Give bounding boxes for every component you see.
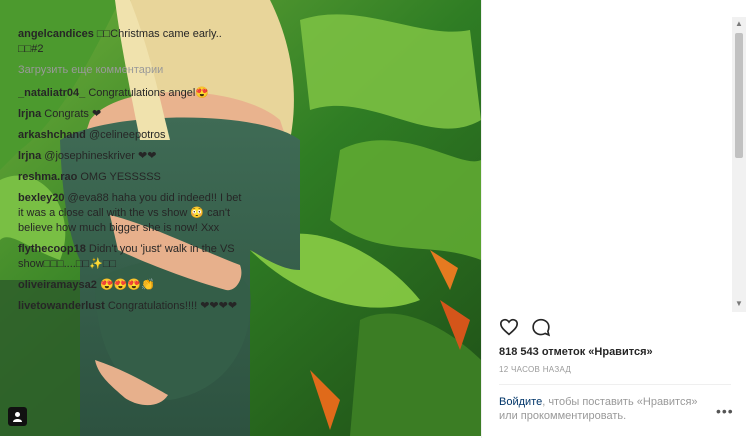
instagram-post-view: angelcandices □□Christmas came early.. □… [0,0,747,438]
comment-item: livetowanderlust Congratulations!!!! ❤❤❤… [18,299,242,312]
caption-author[interactable]: angelcandices [18,28,94,40]
comment-author[interactable]: flythecoop18 [18,243,86,255]
user-tag-icon[interactable] [8,407,27,426]
comment-item: oliveiramaysa2 😍😍😍👏 [18,278,242,293]
login-prompt: Войдите, чтобы поставить «Нравится» или … [499,395,709,423]
comment-author[interactable]: oliveiramaysa2 [18,279,97,291]
scroll-down-arrow-icon[interactable]: ▼ [735,299,743,308]
comment-author[interactable]: lrjna [18,108,41,120]
comment-author[interactable]: bexley20 [18,192,64,204]
comment-author[interactable]: reshma.rao [18,171,77,183]
post-timestamp[interactable]: 12 ЧАСОВ НАЗАД [499,365,571,374]
comment-item: flythecoop18 Didn't you 'just' walk in t… [18,242,242,272]
load-more-comments-link[interactable]: Загрузить еще комментарии [18,63,242,78]
login-link[interactable]: Войдите [499,396,542,408]
divider [499,384,731,385]
comments-list: angelcandices □□Christmas came early.. □… [18,27,242,312]
more-options-icon[interactable]: ••• [716,403,734,419]
comment-item: lrjna Congrats ❤ [18,107,242,122]
comment-item: arkashchand @celineepotros [18,128,242,143]
comment-icon[interactable] [531,318,551,342]
heart-icon[interactable] [499,318,519,342]
scrollbar-thumb[interactable] [735,33,743,158]
comment-item: bexley20 @eva88 haha you did indeed!! I … [18,191,242,236]
comment-author[interactable]: lrjna [18,150,41,162]
comment-item: _nataliatr04_ Congratulations angel😍 [18,86,242,101]
comment-item: lrjna @josephineskriver ❤❤ [18,149,242,164]
comment-text: Congratulations angel😍 [88,87,210,99]
comment-author[interactable]: _nataliatr04_ [18,87,85,99]
comment-author[interactable]: arkashchand [18,129,86,141]
scroll-up-arrow-icon[interactable]: ▲ [735,19,743,28]
comment-author[interactable]: livetowanderlust [18,300,105,312]
post-actions [499,318,551,342]
comment-text: 😍😍😍👏 [99,279,155,291]
comment-text: @celineepotros [88,129,166,141]
comment-item: reshma.rao OMG YESSSSS [18,170,242,185]
comment-text: Congrats ❤ [44,108,102,120]
likes-count[interactable]: 818 543 отметок «Нравится» [499,346,653,358]
caption: angelcandices □□Christmas came early.. □… [18,27,242,57]
comment-text: OMG YESSSSS [80,171,161,183]
comment-text: @josephineskriver ❤❤ [44,150,157,162]
